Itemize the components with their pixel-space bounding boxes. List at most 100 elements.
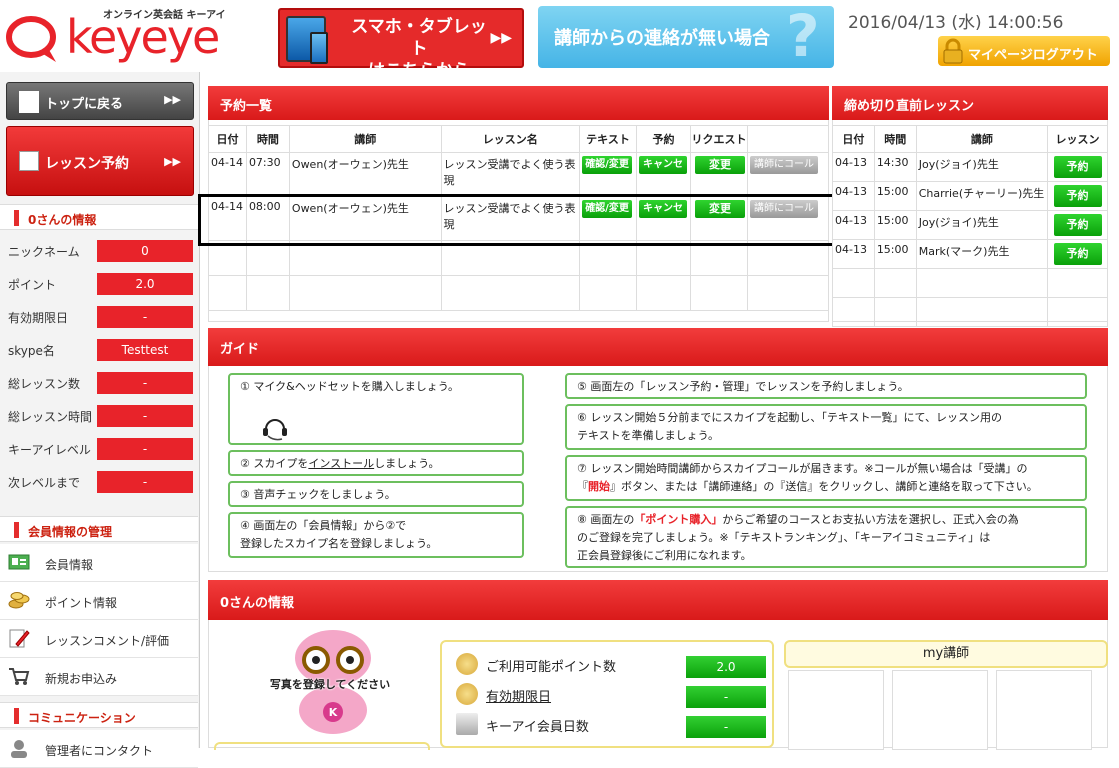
- reservation-time: 07:30: [245, 152, 290, 197]
- deadline-empty-cell: [832, 297, 875, 327]
- call-teacher-button[interactable]: 講師にコール: [749, 156, 818, 174]
- reservation-cancel-cell: キャンセル: [636, 152, 691, 197]
- point-purchase-label: 「ポイント購入」: [634, 513, 723, 526]
- reservation-column-header: レッスン名: [440, 125, 581, 153]
- guide-panel-title: ガイド: [208, 328, 1108, 366]
- point-value: -: [686, 686, 766, 708]
- coins-icon: [8, 590, 30, 610]
- guide-step-6-line1: ⑥ レッスン開始５分前までにスカイプを起動し、「テキスト一覧」にて、レッスン用の: [577, 411, 1002, 424]
- reservation-empty-cell: [636, 275, 691, 311]
- guide-step-6: ⑥ レッスン開始５分前までにスカイプを起動し、「テキスト一覧」にて、レッスン用の…: [565, 404, 1087, 450]
- lesson-reserve-button[interactable]: レッスン予約 ▶▶: [6, 126, 194, 196]
- deadline-reserve-cell: 予約: [1047, 210, 1108, 240]
- user-info-value: -: [97, 372, 193, 394]
- reserve-button[interactable]: 予約: [1053, 243, 1102, 265]
- member-menu-item[interactable]: ポイント情報: [0, 582, 198, 620]
- deadline-reserve-cell: 予約: [1047, 181, 1108, 211]
- reservation-empty-cell: [746, 275, 830, 311]
- point-row: キーアイ会員日数 -: [452, 710, 770, 740]
- guide-step-1: ① マイク&ヘッドセットを購入しましょう。: [228, 373, 524, 445]
- deadline-row: [832, 297, 1108, 327]
- my-teacher-slot[interactable]: [892, 670, 988, 750]
- communication-menu-item[interactable]: 管理者にコンタクト: [0, 730, 198, 768]
- question-mark-icon: ?: [786, 2, 820, 70]
- deadline-empty-cell: [873, 268, 917, 298]
- reserve-button[interactable]: 予約: [1053, 185, 1102, 207]
- point-coin-icon: [456, 653, 478, 675]
- member-menu-item[interactable]: レッスンコメント/評価: [0, 620, 198, 658]
- deadline-teacher: Joy(ジョイ)先生: [915, 210, 1049, 240]
- reservation-empty-cell: [245, 275, 290, 311]
- selected-row-highlight: [198, 194, 839, 246]
- reservation-row: 04-14 07:30 Owen(オーウェン)先生 レッスン受講でよく使う表現 確認/変…: [208, 152, 830, 197]
- user-info-label: 有効期限日: [8, 311, 69, 325]
- current-datetime: 2016/04/13 (水) 14:00:56: [848, 13, 1064, 33]
- guide-step-8-line2: のご登録を完了しましょう。※「テキストランキング」、「キーアイコミュニティ」は: [577, 531, 991, 544]
- reservation-column-header: 時間: [245, 125, 290, 153]
- my-teacher-slot[interactable]: [996, 670, 1092, 750]
- guide-step-5-text: ⑤ 画面左の「レッスン予約・管理」でレッスンを予約しましょう。: [577, 380, 909, 393]
- guide-step-4-line1: ④ 画面左の「会員情報」から②で: [240, 519, 407, 532]
- guide-step-4: ④ 画面左の「会員情報」から②で 登録したスカイプ名を登録しましょう。: [228, 512, 524, 558]
- start-button-label: 開始: [588, 480, 610, 493]
- reservation-panel-title: 予約一覧: [208, 86, 829, 120]
- install-link[interactable]: インストール: [308, 457, 374, 470]
- back-to-top-button[interactable]: トップに戻る ▶▶: [6, 82, 194, 120]
- my-teacher-slot[interactable]: [788, 670, 884, 750]
- reservation-date: 04-14: [208, 152, 247, 197]
- reservation-column-header: テキスト: [579, 125, 637, 153]
- reserve-button[interactable]: 予約: [1053, 214, 1102, 236]
- reservation-row: [208, 275, 830, 311]
- user-info-value: -: [97, 438, 193, 460]
- deadline-row: 04-13 15:00 Joy(ジョイ)先生 予約: [832, 210, 1108, 240]
- deadline-table: 日付 時間 講師 レッスン 04-13 14:30 Joy(ジョイ)先生 予約 04-13 15…: [832, 125, 1108, 327]
- member-menu-item[interactable]: 新規お申込み: [0, 658, 198, 696]
- deadline-reserve-cell: 予約: [1047, 152, 1108, 182]
- reservation-empty-cell: [689, 275, 748, 311]
- no-contact-banner[interactable]: ? 講師からの連絡が無い場合: [538, 2, 834, 70]
- smartphone-banner-label: スマホ・タブレット はこちらから: [351, 17, 487, 81]
- reserve-button[interactable]: 予約: [1053, 156, 1102, 178]
- smartphone-icon: [310, 32, 328, 64]
- mascot-letter: K: [329, 706, 338, 719]
- guide-step-3-text: ③ 音声チェックをしましょう。: [240, 488, 396, 501]
- photo-register-caption: 写真を登録してください: [269, 678, 391, 691]
- smartphone-banner[interactable]: スマホ・タブレット はこちらから ▶▶: [278, 8, 524, 81]
- double-arrow-icon: ▶▶: [490, 30, 512, 46]
- point-value: -: [686, 716, 766, 738]
- text-confirm-button[interactable]: 確認/変更: [582, 156, 633, 174]
- reservation-empty-cell: [288, 275, 442, 311]
- change-button[interactable]: 変更: [694, 156, 745, 174]
- reservation-teacher: Owen(オーウェン)先生: [288, 152, 442, 197]
- my-teacher-heading: my講師: [784, 640, 1108, 668]
- user-info-value: -: [97, 306, 193, 328]
- guide-step-8-post: からご希望のコースとお支払い方法を選択し、正式入会の為: [722, 513, 1019, 526]
- user-info-row: 有効期限日 -: [0, 300, 198, 333]
- logo-subtitle: オンライン英会話 キーアイ: [103, 10, 226, 21]
- reservation-lesson: レッスン受講でよく使う表現: [440, 152, 581, 197]
- guide-step-2-pre: ② スカイプを: [240, 457, 309, 470]
- user-info-row: ポイント 2.0: [0, 267, 198, 300]
- member-card-icon: [8, 552, 30, 572]
- member-menu-label: 会員情報: [45, 558, 94, 572]
- member-menu-label: ポイント情報: [45, 596, 118, 610]
- lock-icon: [943, 38, 963, 64]
- header: keyeye オンライン英会話 キーアイ スマホ・タブレット はこちらから ▶▶…: [0, 0, 1119, 81]
- deadline-teacher: Charrie(チャーリー)先生: [915, 181, 1049, 211]
- guide-step-2: ② スカイプをインストールしましょう。: [228, 450, 524, 476]
- double-arrow-icon: ▶▶: [164, 93, 181, 106]
- pencil-icon: [8, 628, 30, 648]
- point-label[interactable]: 有効期限日: [486, 686, 551, 705]
- member-menu-item[interactable]: 会員情報: [0, 544, 198, 582]
- deadline-teacher: Joy(ジョイ)先生: [915, 152, 1049, 182]
- cancel-button[interactable]: キャンセル: [639, 156, 687, 188]
- guide-step-7-rest: 』ボタン、または「講師連絡」の『送信』をクリックし、講師と連絡を取って下さい。: [610, 480, 1038, 493]
- deadline-date: 04-13: [832, 181, 875, 211]
- communication-menu-label: 管理者にコンタクト: [45, 744, 154, 758]
- reservation-empty-cell: [440, 275, 581, 311]
- reservation-column-header: 講師: [288, 125, 442, 153]
- logout-button[interactable]: マイページログアウト: [938, 36, 1110, 66]
- calendar-icon: [456, 713, 478, 735]
- deadline-row: 04-13 14:30 Joy(ジョイ)先生 予約: [832, 152, 1108, 182]
- point-row: 有効期限日 -: [452, 680, 770, 710]
